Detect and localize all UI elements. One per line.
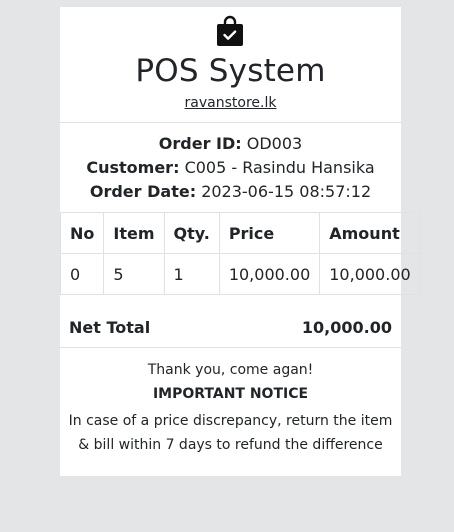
cell-item: 5 xyxy=(103,253,165,295)
receipt: POS System ravanstore.lk Order ID: OD003… xyxy=(59,7,421,476)
table-header-row: No Item Qty. Price Amount xyxy=(59,212,421,254)
order-date-row: Order Date: 2023-06-15 08:57:12 xyxy=(60,180,401,204)
customer-value: C005 - Rasindu Hansika xyxy=(184,158,375,177)
order-id-value: OD003 xyxy=(246,134,303,153)
thank-you-text: Thank you, come agan! xyxy=(147,362,314,378)
store-link[interactable]: ravanstore.lk xyxy=(60,94,401,112)
refund-policy-text: In case of a price discrepancy, return t… xyxy=(68,413,393,453)
column-header-amount: Amount xyxy=(319,212,421,254)
order-date-label: Order Date: xyxy=(89,182,197,201)
net-total-value: 10,000.00 xyxy=(301,318,392,337)
customer-label: Customer: xyxy=(86,158,180,177)
order-date-value: 2023-06-15 08:57:12 xyxy=(201,182,372,201)
cell-qty: 1 xyxy=(163,253,220,295)
column-header-qty: Qty. xyxy=(163,212,220,254)
customer-row: Customer: C005 - Rasindu Hansika xyxy=(60,156,401,180)
column-header-no: No xyxy=(59,212,105,254)
items-table: No Item Qty. Price Amount 0 5 1 10,000.0… xyxy=(59,212,421,295)
cell-price: 10,000.00 xyxy=(218,253,321,295)
notice-title: IMPORTANT NOTICE xyxy=(152,386,309,402)
shopping-bag-check-icon xyxy=(217,15,243,46)
receipt-header: POS System ravanstore.lk xyxy=(60,7,401,123)
cell-amount: 10,000.00 xyxy=(319,253,421,295)
order-info: Order ID: OD003 Customer: C005 - Rasindu… xyxy=(60,132,401,204)
page-title: POS System xyxy=(135,53,326,89)
cell-no: 0 xyxy=(59,253,105,295)
net-total-label: Net Total xyxy=(69,318,151,337)
order-id-label: Order ID: xyxy=(158,134,242,153)
table-row: 0 5 1 10,000.00 10,000.00 xyxy=(59,253,421,295)
column-header-item: Item xyxy=(103,212,165,254)
net-total-row: Net Total 10,000.00 xyxy=(60,307,401,348)
column-header-price: Price xyxy=(218,212,321,254)
order-id-row: Order ID: OD003 xyxy=(60,132,401,156)
receipt-footer: Thank you, come agan! IMPORTANT NOTICE I… xyxy=(60,358,401,457)
